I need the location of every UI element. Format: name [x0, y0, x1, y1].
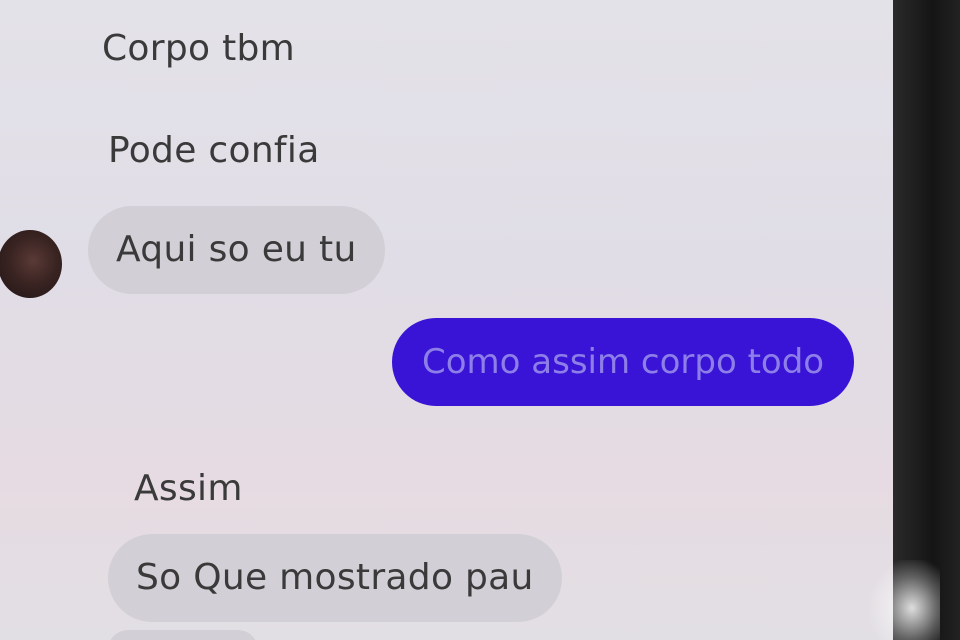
- chat-screen: Corpo tbm Pode confia Aqui so eu tu Como…: [0, 0, 893, 640]
- contact-avatar[interactable]: [0, 230, 62, 298]
- incoming-message-bubble: So Que mostrado pau: [108, 534, 562, 622]
- incoming-message: Assim: [134, 468, 243, 509]
- device-bezel: [893, 0, 960, 640]
- incoming-message: Pode confia: [108, 130, 320, 171]
- screen-glare: [870, 560, 940, 640]
- incoming-message: Corpo tbm: [102, 28, 296, 69]
- outgoing-message-bubble: Como assim corpo todo: [392, 318, 855, 406]
- incoming-message-bubble: Aqui so eu tu: [88, 206, 385, 294]
- incoming-message-bubble-partial: [108, 630, 258, 640]
